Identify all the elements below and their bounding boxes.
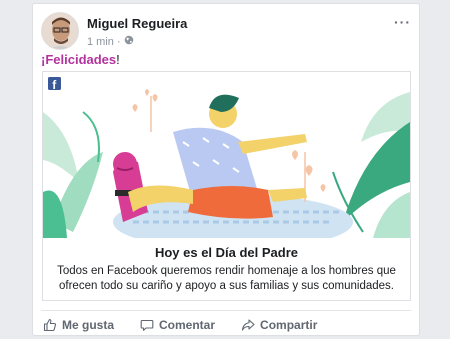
- avatar[interactable]: [41, 12, 79, 50]
- share-button[interactable]: Compartir: [241, 318, 317, 332]
- globe-icon: [124, 35, 134, 48]
- comment-icon: [140, 318, 154, 332]
- post-time[interactable]: 1 min: [87, 36, 114, 48]
- status-message: ¡Felicidades: [41, 52, 117, 67]
- comment-button[interactable]: Comentar: [140, 318, 215, 332]
- attachment-caption: Hoy es el Día del Padre Todos en Faceboo…: [43, 238, 410, 300]
- attachment-description: Todos en Facebook queremos rendir homena…: [57, 265, 396, 292]
- post-card: Miguel Regueira 1 min · ··· ¡Felicidades…: [32, 3, 420, 336]
- status-text: ¡Felicidades!: [41, 52, 120, 67]
- attachment-title[interactable]: Hoy es el Día del Padre: [43, 245, 410, 260]
- like-button[interactable]: Me gusta: [43, 318, 114, 332]
- like-icon: [43, 318, 57, 332]
- more-icon[interactable]: ···: [394, 14, 411, 30]
- comment-label: Comentar: [159, 318, 216, 332]
- author-name[interactable]: Miguel Regueira: [87, 16, 187, 31]
- post-meta: 1 min ·: [87, 35, 134, 48]
- post-actions: Me gusta Comentar Compartir: [41, 310, 411, 333]
- status-punct: !: [116, 52, 120, 67]
- meta-separator: ·: [116, 35, 121, 48]
- link-attachment[interactable]: f Hoy es el Día del Padre Todos en Faceb…: [42, 71, 411, 301]
- fathers-day-illustration: f: [43, 72, 410, 250]
- share-icon: [241, 318, 255, 332]
- like-label: Me gusta: [62, 318, 115, 332]
- post-header: Miguel Regueira 1 min · ···: [41, 12, 411, 52]
- share-label: Compartir: [260, 318, 318, 332]
